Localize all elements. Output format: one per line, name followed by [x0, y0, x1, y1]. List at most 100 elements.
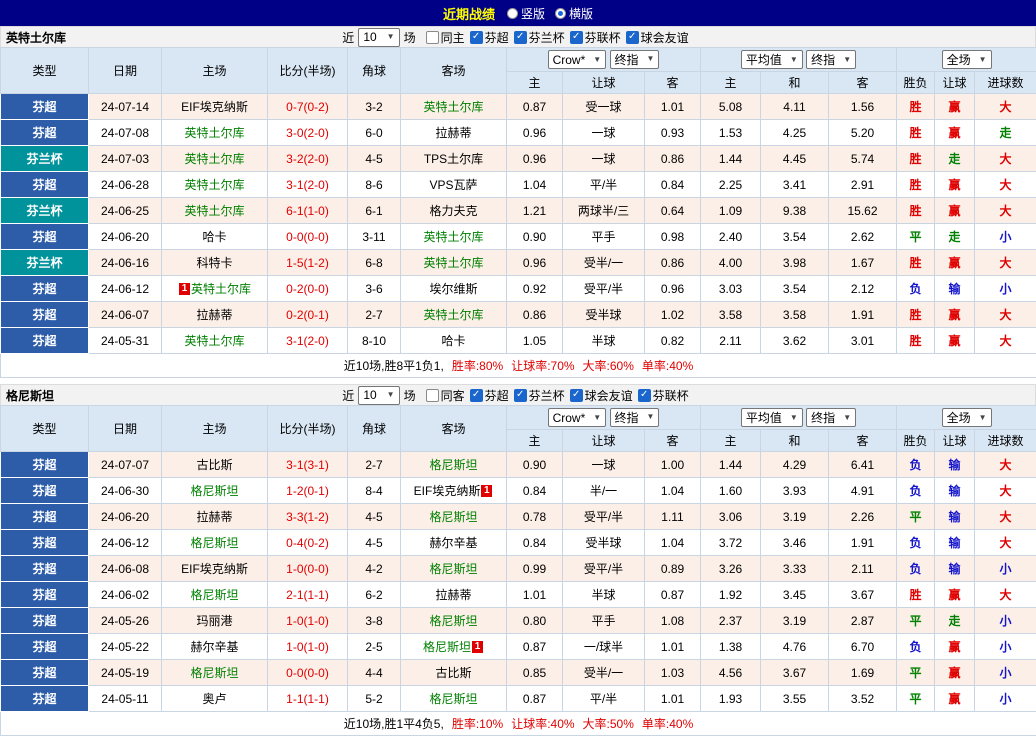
red-card-badge: 1	[179, 283, 190, 295]
layout-radio-option[interactable]: 竖版	[507, 5, 545, 22]
odds-stage-select[interactable]: 终指▼	[610, 50, 660, 69]
avg-home-cell: 2.11	[701, 328, 761, 354]
avg-source-select[interactable]: 平均值▼	[741, 408, 803, 427]
score-cell: 1-0(1-0)	[268, 634, 348, 660]
home-team-cell: 格尼斯坦	[162, 660, 268, 686]
topbar: 近期战绩 竖版横版	[0, 0, 1036, 26]
odds-away-cell: 0.89	[645, 556, 701, 582]
odds-company-select[interactable]: Crow*▼	[548, 50, 607, 69]
team-name: 哈卡	[441, 334, 465, 348]
summary-cell: 近10场,胜1平4负5,胜率:10%让球率:40%大率:50%单率:40%	[1, 712, 1036, 736]
checkbox-icon[interactable]: ✓	[626, 31, 639, 44]
layout-radio-selected[interactable]: 横版	[555, 5, 593, 22]
col-score: 比分(半场)	[268, 48, 348, 94]
goals-result-cell: 大	[975, 328, 1036, 354]
odds-handicap-cell: 两球半/三	[563, 198, 645, 224]
checkbox-label: 同客	[441, 387, 465, 404]
checkbox-icon[interactable]	[426, 389, 439, 402]
team-name: 科特卡	[196, 256, 232, 270]
handicap-result-cell: 赢	[935, 172, 975, 198]
home-team-cell: 1英特土尔库	[162, 276, 268, 302]
result-cell: 负	[897, 452, 935, 478]
away-team-cell: 英特土尔库	[401, 224, 507, 250]
filter-checkbox[interactable]: ✓芬超	[470, 29, 509, 46]
checkbox-icon[interactable]: ✓	[570, 31, 583, 44]
checkbox-icon[interactable]	[426, 31, 439, 44]
avg-home-cell: 1.60	[701, 478, 761, 504]
result-cell: 胜	[897, 582, 935, 608]
odds-stage-select[interactable]: 终指▼	[610, 408, 660, 427]
home-team-cell: 英特土尔库	[162, 328, 268, 354]
checkbox-icon[interactable]: ✓	[470, 389, 483, 402]
filter-checkbox[interactable]: ✓球会友谊	[626, 29, 689, 46]
score-cell: 1-5(1-2)	[268, 250, 348, 276]
league-type-cell: 芬兰杯	[1, 146, 89, 172]
filter-checkbox[interactable]: ✓球会友谊	[570, 387, 633, 404]
team-name: 格尼斯坦	[190, 536, 238, 550]
handicap-result-cell: 输	[935, 504, 975, 530]
match-row: 芬超24-07-07古比斯3-1(3-1)2-7格尼斯坦0.90一球1.001.…	[1, 452, 1036, 478]
filter-checkbox[interactable]: ✓芬兰杯	[514, 29, 565, 46]
period-select[interactable]: 全场▼	[942, 50, 992, 69]
checkbox-icon[interactable]: ✓	[570, 389, 583, 402]
filter-checkbox[interactable]: 同客	[426, 387, 465, 404]
corner-score-cell: 6-8	[348, 250, 401, 276]
radio-icon[interactable]	[507, 8, 518, 19]
odds-away-cell: 0.86	[645, 250, 701, 276]
match-count-select[interactable]: 10▼	[358, 28, 399, 47]
match-row: 芬超24-05-26玛丽港1-0(1-0)3-8格尼斯坦0.80平手1.082.…	[1, 608, 1036, 634]
col-type: 类型	[1, 48, 89, 94]
avg-stage-select[interactable]: 终指▼	[806, 408, 856, 427]
avg-draw-cell: 3.19	[761, 504, 829, 530]
team-name: 英特土尔库	[423, 230, 483, 244]
checkbox-icon[interactable]: ✓	[514, 31, 527, 44]
radio-icon[interactable]	[555, 8, 566, 19]
match-row: 芬超24-06-30格尼斯坦1-2(0-1)8-4EIF埃克纳斯10.84半/一…	[1, 478, 1036, 504]
col-date: 日期	[89, 48, 162, 94]
avg-stage-select[interactable]: 终指▼	[806, 50, 856, 69]
avg-source-select[interactable]: 平均值▼	[741, 50, 803, 69]
avg-draw-cell: 3.62	[761, 328, 829, 354]
team-name: 英特土尔库	[184, 126, 244, 140]
team-name: 英特土尔库	[184, 204, 244, 218]
chevron-down-icon: ▼	[790, 414, 798, 422]
odds-handicap-cell: 半球	[563, 328, 645, 354]
corner-score-cell: 6-0	[348, 120, 401, 146]
checkbox-icon[interactable]: ✓	[470, 31, 483, 44]
filter-checkbox[interactable]: 同主	[426, 29, 465, 46]
match-date-cell: 24-06-20	[89, 504, 162, 530]
col-odds-handicap: 让球	[563, 72, 645, 94]
filter-checkbox[interactable]: ✓芬联杯	[570, 29, 621, 46]
odds-home-cell: 0.80	[507, 608, 563, 634]
filter-checkbox[interactable]: ✓芬联杯	[638, 387, 689, 404]
avg-away-cell: 5.74	[829, 146, 897, 172]
match-count-select[interactable]: 10▼	[358, 386, 399, 405]
team-name: 赫尔辛基	[190, 640, 238, 654]
match-date-cell: 24-06-16	[89, 250, 162, 276]
avg-home-cell: 2.37	[701, 608, 761, 634]
score-cell: 0-4(0-2)	[268, 530, 348, 556]
match-row: 芬超24-06-28英特土尔库3-1(2-0)8-6VPS瓦萨1.04平/半0.…	[1, 172, 1036, 198]
result-cell: 胜	[897, 146, 935, 172]
odds-home-cell: 0.87	[507, 94, 563, 120]
summary-prefix: 近10场,胜1平4负5,	[344, 717, 444, 731]
filter-checkbox[interactable]: ✓芬兰杯	[514, 387, 565, 404]
score-cell: 0-0(0-0)	[268, 224, 348, 250]
odds-company-select[interactable]: Crow*▼	[548, 408, 607, 427]
league-type-cell: 芬超	[1, 530, 89, 556]
corner-score-cell: 8-6	[348, 172, 401, 198]
corner-score-cell: 3-11	[348, 224, 401, 250]
corner-score-cell: 4-5	[348, 504, 401, 530]
checkbox-icon[interactable]: ✓	[638, 389, 651, 402]
red-card-badge: 1	[472, 641, 483, 653]
league-type-cell: 芬超	[1, 608, 89, 634]
odds-handicap-cell: 一球	[563, 146, 645, 172]
odds-away-cell: 0.96	[645, 276, 701, 302]
filter-checkbox[interactable]: ✓芬超	[470, 387, 509, 404]
avg-away-cell: 2.62	[829, 224, 897, 250]
checkbox-icon[interactable]: ✓	[514, 389, 527, 402]
period-select[interactable]: 全场▼	[942, 408, 992, 427]
avg-away-cell: 1.91	[829, 530, 897, 556]
league-type-cell: 芬超	[1, 302, 89, 328]
team-name: 拉赫蒂	[435, 588, 471, 602]
